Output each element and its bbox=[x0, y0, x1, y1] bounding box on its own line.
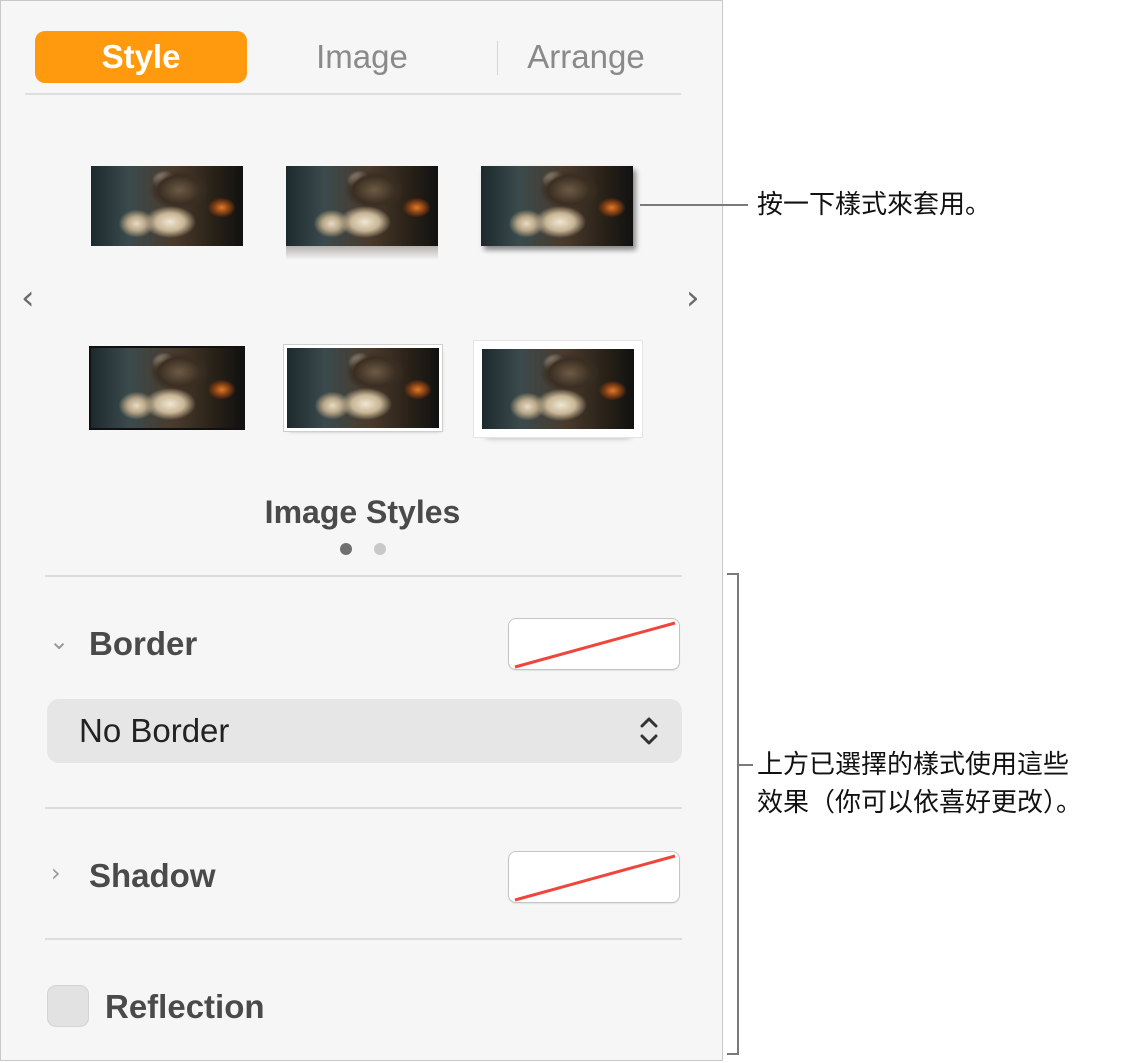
section-divider bbox=[45, 807, 682, 809]
image-style-thumbnail[interactable] bbox=[474, 341, 642, 437]
section-divider bbox=[45, 575, 682, 577]
chevron-left-icon[interactable]: ‹ bbox=[21, 281, 35, 315]
callout-effects-hint-line2: 效果（你可以依喜好更改）。 bbox=[757, 788, 1083, 818]
border-color-well[interactable] bbox=[508, 618, 680, 670]
page-indicator-dot-active[interactable] bbox=[340, 543, 352, 555]
tab-style[interactable]: Style bbox=[35, 31, 247, 83]
reflection-label: Reflection bbox=[105, 988, 265, 1025]
no-color-slash-icon bbox=[514, 854, 676, 902]
tab-image[interactable]: Image bbox=[257, 31, 467, 83]
shadow-label: Shadow bbox=[89, 857, 216, 894]
border-label: Border bbox=[89, 625, 198, 662]
format-sidebar: Style Image Arrange ‹ › Image Styles ⌄ B… bbox=[0, 0, 723, 1061]
callout-bracket bbox=[727, 1053, 739, 1055]
image-style-thumbnail[interactable] bbox=[91, 166, 243, 246]
callout-leader-line bbox=[739, 764, 753, 766]
chevron-down-icon[interactable]: ⌄ bbox=[49, 627, 69, 655]
callout-effects-hint-line1: 上方已選擇的樣式使用這些 bbox=[757, 750, 1070, 780]
chevron-right-icon[interactable]: › bbox=[686, 281, 700, 315]
shadow-color-well[interactable] bbox=[508, 851, 680, 903]
image-style-thumbnail[interactable] bbox=[284, 345, 442, 431]
callout-leader-line bbox=[640, 204, 748, 206]
image-style-thumbnail[interactable] bbox=[89, 346, 245, 430]
inspector-tab-bar: Style Image Arrange bbox=[25, 1, 681, 95]
tab-arrange[interactable]: Arrange bbox=[475, 31, 697, 83]
callout-styles-hint: 按一下樣式來套用。 bbox=[757, 190, 992, 220]
callout-bracket bbox=[737, 573, 739, 1055]
page-indicator-dot[interactable] bbox=[374, 543, 386, 555]
chevron-right-icon[interactable]: › bbox=[51, 859, 61, 887]
border-type-popup[interactable]: No Border bbox=[47, 699, 682, 763]
image-style-thumbnail[interactable] bbox=[286, 166, 438, 260]
border-type-value: No Border bbox=[79, 712, 230, 749]
image-styles-title: Image Styles bbox=[264, 494, 461, 530]
section-divider bbox=[45, 938, 682, 940]
no-color-slash-icon bbox=[514, 621, 676, 669]
up-down-chevron-icon bbox=[640, 717, 658, 745]
tab-bar-divider bbox=[25, 93, 681, 95]
image-style-thumbnail[interactable] bbox=[481, 166, 633, 246]
reflection-checkbox[interactable] bbox=[47, 985, 89, 1027]
